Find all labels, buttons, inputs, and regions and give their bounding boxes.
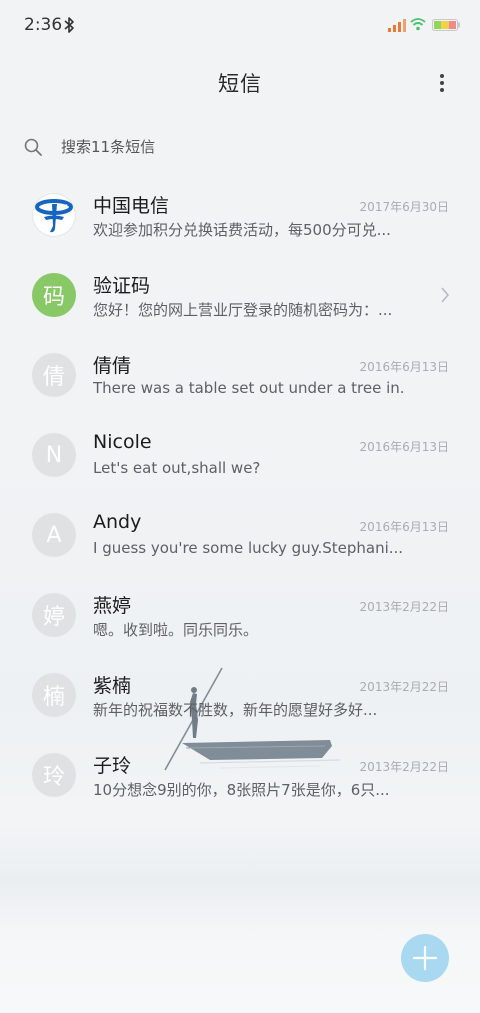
message-date: 2013年2月22日	[359, 760, 449, 774]
contact-name: 紫楠	[93, 675, 132, 697]
avatar: 婷	[32, 593, 76, 637]
contact-name: 燕婷	[93, 595, 132, 617]
avatar: 倩	[32, 353, 76, 397]
avatar: 码	[32, 273, 76, 317]
more-options-button[interactable]	[430, 70, 454, 96]
contact-name: 中国电信	[93, 195, 170, 217]
message-preview: There was a table set out under a tree i…	[93, 379, 403, 397]
message-preview: I guess you're some lucky guy.Stephani..…	[93, 539, 403, 557]
message-preview: 10分想念9别的你，8张照片7张是你，6只...	[93, 781, 390, 799]
more-dot-icon	[440, 81, 444, 85]
message-preview: 您好！您的网上营业厅登录的随机密码为：...	[93, 301, 393, 319]
signal-icon	[388, 19, 406, 32]
chevron-right-icon	[441, 287, 449, 303]
message-date: 2017年6月30日	[359, 200, 449, 214]
message-preview: Let's eat out,shall we?	[93, 459, 261, 477]
background-mist	[0, 820, 480, 940]
message-date: 2016年6月13日	[359, 360, 449, 374]
avatar	[32, 193, 76, 237]
conversation-item-qianqian[interactable]: 倩 倩倩 2016年6月13日 There was a table set ou…	[0, 342, 480, 422]
message-date: 2016年6月13日	[359, 520, 449, 534]
contact-name: 倩倩	[93, 355, 132, 377]
search-input[interactable]	[61, 138, 441, 156]
avatar: N	[32, 433, 76, 477]
conversation-item-zinan[interactable]: 楠 紫楠 2013年2月22日 新年的祝福数不胜数，新年的愿望好多好...	[0, 662, 480, 742]
page-title: 短信	[218, 72, 262, 96]
message-date: 2013年2月22日	[359, 600, 449, 614]
contact-name: Andy	[93, 511, 142, 533]
avatar: A	[32, 513, 76, 557]
status-bar: 2:36	[0, 0, 480, 52]
conversation-item-yanting[interactable]: 婷 燕婷 2013年2月22日 嗯。收到啦。同乐同乐。	[0, 582, 480, 662]
battery-icon	[432, 19, 460, 31]
compose-button[interactable]	[401, 934, 449, 982]
message-preview: 新年的祝福数不胜数，新年的愿望好多好...	[93, 701, 378, 719]
contact-name: Nicole	[93, 431, 152, 453]
avatar: 玲	[32, 753, 76, 797]
message-date: 2016年6月13日	[359, 440, 449, 454]
conversation-item-andy[interactable]: A Andy 2016年6月13日 I guess you're some lu…	[0, 502, 480, 582]
plus-icon	[412, 945, 438, 971]
avatar: 楠	[32, 673, 76, 717]
message-preview: 欢迎参加积分兑换话费活动，每500分可兑...	[93, 221, 391, 239]
conversation-item-nicole[interactable]: N Nicole 2016年6月13日 Let's eat out,shall …	[0, 422, 480, 502]
wifi-icon	[410, 18, 426, 31]
conversation-list: 中国电信 2017年6月30日 欢迎参加积分兑换话费活动，每500分可兑... …	[0, 182, 480, 822]
bluetooth-icon	[64, 17, 74, 33]
more-dot-icon	[440, 88, 444, 92]
message-date: 2013年2月22日	[359, 680, 449, 694]
search-icon	[24, 138, 42, 156]
conversation-item-ziling[interactable]: 玲 子玲 2013年2月22日 10分想念9别的你，8张照片7张是你，6只...	[0, 742, 480, 822]
conversation-item-verification-code[interactable]: 码 验证码 您好！您的网上营业厅登录的随机密码为：...	[0, 262, 480, 342]
contact-name: 子玲	[93, 755, 132, 777]
china-telecom-logo-icon	[35, 199, 73, 233]
status-time: 2:36	[24, 15, 63, 35]
search-bar[interactable]	[24, 132, 456, 162]
more-dot-icon	[440, 74, 444, 78]
conversation-item-china-telecom[interactable]: 中国电信 2017年6月30日 欢迎参加积分兑换话费活动，每500分可兑...	[0, 182, 480, 262]
contact-name: 验证码	[93, 275, 151, 297]
message-preview: 嗯。收到啦。同乐同乐。	[93, 621, 259, 639]
